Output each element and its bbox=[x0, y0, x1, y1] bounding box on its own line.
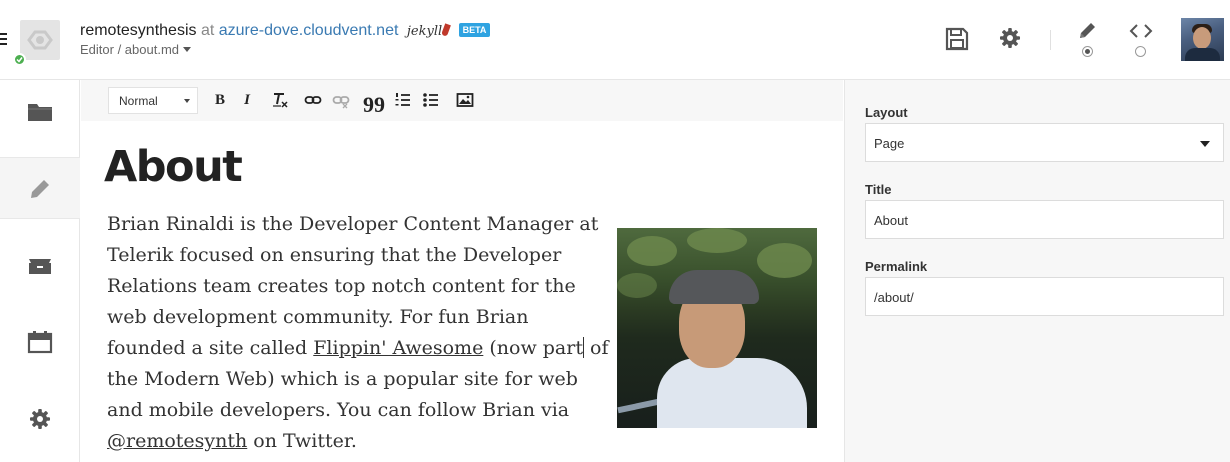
site-title: remotesynthesis at azure-dove.cloudvent.… bbox=[80, 22, 491, 40]
layout-select-value: Page bbox=[874, 136, 905, 151]
pencil-icon bbox=[1080, 23, 1095, 38]
jekyll-flask-icon bbox=[441, 23, 452, 37]
sidebar bbox=[0, 80, 80, 462]
link-icon bbox=[304, 96, 322, 104]
floppy-disk-icon bbox=[945, 27, 969, 51]
chevron-down-icon bbox=[183, 47, 191, 52]
site-at: at bbox=[200, 22, 215, 39]
editor-content[interactable]: About Brian Rinaldi is the Developer Con… bbox=[81, 121, 843, 462]
unlink-button[interactable] bbox=[332, 91, 350, 109]
folder-icon bbox=[28, 104, 52, 121]
site-name: remotesynthesis bbox=[80, 22, 197, 39]
visual-editor-toggle[interactable] bbox=[1076, 20, 1102, 46]
bullet-list-button[interactable] bbox=[422, 91, 440, 109]
bold-button[interactable]: B bbox=[211, 91, 229, 109]
clear-format-button[interactable] bbox=[271, 91, 289, 109]
body-text-2: (now part bbox=[483, 337, 583, 359]
blockquote-button[interactable]: 99 bbox=[363, 91, 385, 115]
bullet-list-icon bbox=[423, 93, 438, 107]
save-button[interactable] bbox=[944, 26, 970, 52]
sidebar-item-collections[interactable] bbox=[0, 234, 80, 296]
image-icon bbox=[456, 93, 474, 107]
format-select[interactable]: Normal bbox=[108, 87, 198, 114]
link-button[interactable] bbox=[304, 91, 322, 109]
hamburger-icon[interactable] bbox=[0, 33, 7, 45]
body-paragraph[interactable]: Brian Rinaldi is the Developer Content M… bbox=[107, 209, 612, 457]
page-title[interactable]: About bbox=[104, 142, 243, 192]
site-logo-icon[interactable] bbox=[20, 20, 60, 60]
italic-button[interactable]: I bbox=[238, 91, 256, 109]
chevron-down-icon bbox=[184, 99, 190, 103]
unlink-icon bbox=[332, 96, 350, 109]
ordered-list-icon bbox=[395, 93, 410, 106]
profile-photo[interactable] bbox=[617, 228, 817, 428]
avatar[interactable] bbox=[1181, 18, 1224, 61]
layout-select[interactable]: Page bbox=[865, 123, 1224, 162]
gear-icon bbox=[30, 409, 50, 429]
body-text-4: on Twitter. bbox=[247, 430, 357, 452]
visual-mode-radio[interactable] bbox=[1082, 46, 1093, 57]
app-header: remotesynthesis at azure-dove.cloudvent.… bbox=[0, 0, 1230, 80]
twitter-handle-link[interactable]: @remotesynth bbox=[107, 430, 247, 452]
settings-button[interactable] bbox=[998, 26, 1024, 52]
jekyll-logo: jekyll bbox=[406, 24, 443, 39]
permalink-field-value: /about/ bbox=[874, 290, 914, 305]
check-icon bbox=[13, 53, 26, 66]
breadcrumb[interactable]: Editor / about.md bbox=[80, 42, 191, 57]
header-divider bbox=[1050, 30, 1051, 50]
permalink-label: Permalink bbox=[865, 259, 928, 274]
ordered-list-button[interactable] bbox=[394, 91, 412, 109]
front-matter-panel: Layout Page Title About Permalink /about… bbox=[844, 80, 1230, 462]
source-editor-toggle[interactable] bbox=[1128, 20, 1154, 46]
sidebar-item-editor[interactable] bbox=[0, 157, 80, 219]
site-host-link[interactable]: azure-dove.cloudvent.net bbox=[219, 22, 399, 39]
breadcrumb-text: Editor / about.md bbox=[80, 42, 179, 57]
source-mode-radio[interactable] bbox=[1135, 46, 1146, 57]
chevron-down-icon bbox=[1200, 141, 1210, 147]
permalink-field[interactable]: /about/ bbox=[865, 277, 1224, 316]
sidebar-item-posts[interactable] bbox=[0, 311, 80, 373]
editor-toolbar: Normal B I 99 bbox=[81, 80, 843, 121]
archive-icon bbox=[29, 259, 51, 274]
pencil-icon bbox=[31, 180, 49, 198]
title-field-value: About bbox=[874, 213, 908, 228]
clear-format-icon bbox=[273, 93, 288, 108]
layout-label: Layout bbox=[865, 105, 908, 120]
sidebar-item-settings[interactable] bbox=[0, 388, 80, 450]
format-select-value: Normal bbox=[119, 94, 158, 108]
title-field[interactable]: About bbox=[865, 200, 1224, 239]
flippin-awesome-link[interactable]: Flippin' Awesome bbox=[313, 337, 483, 359]
code-icon bbox=[1129, 24, 1153, 38]
beta-badge: BETA bbox=[458, 23, 491, 37]
gear-icon bbox=[1000, 28, 1020, 48]
calendar-icon bbox=[27, 331, 53, 354]
sidebar-item-files[interactable] bbox=[0, 80, 80, 142]
title-label: Title bbox=[865, 182, 892, 197]
image-button[interactable] bbox=[456, 91, 474, 109]
